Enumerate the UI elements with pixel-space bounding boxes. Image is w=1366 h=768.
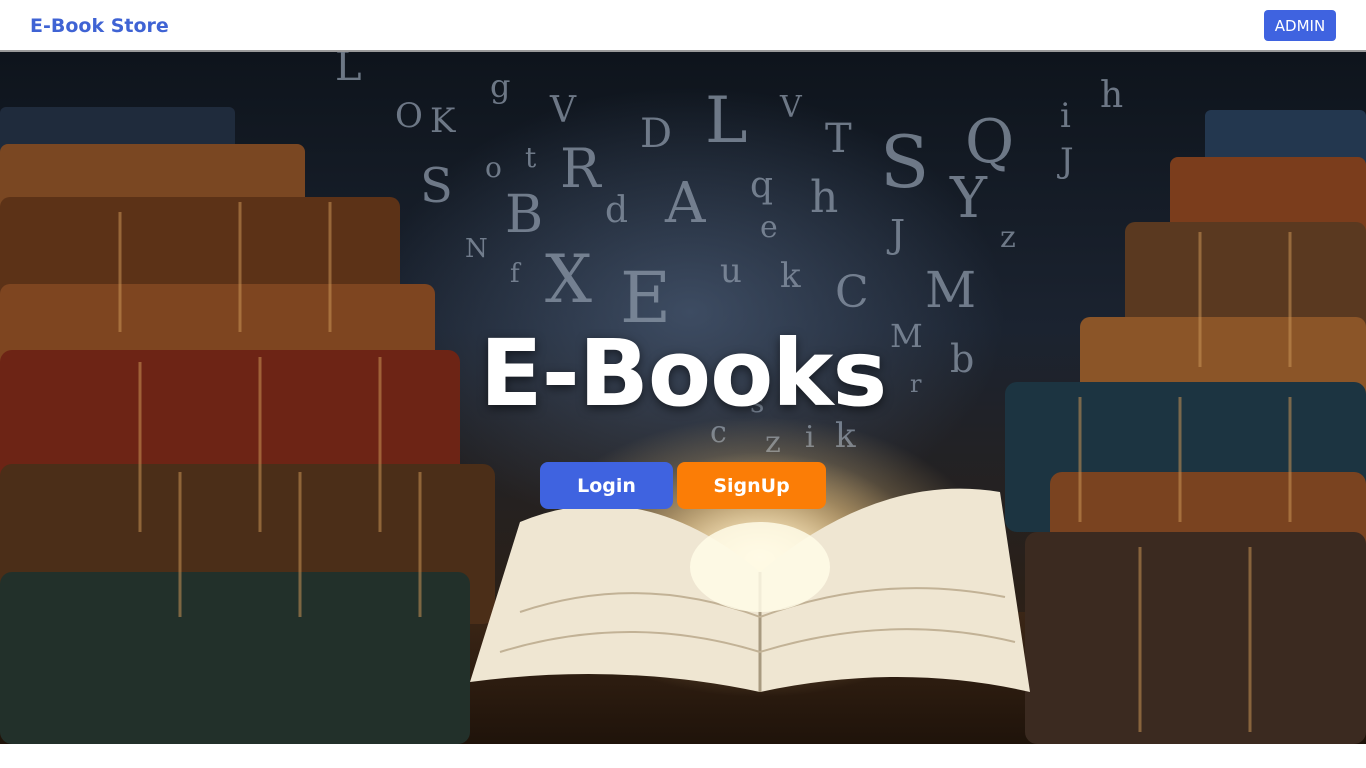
svg-text:o: o: [485, 151, 502, 184]
svg-text:q: q: [750, 165, 773, 206]
brand-link[interactable]: E-Book Store: [30, 15, 169, 37]
svg-text:D: D: [640, 111, 672, 157]
svg-text:O: O: [395, 96, 423, 136]
svg-text:V: V: [779, 90, 803, 125]
svg-text:Y: Y: [949, 166, 988, 231]
open-book: [470, 417, 1030, 697]
svg-text:L: L: [705, 84, 748, 158]
svg-text:t: t: [525, 141, 537, 174]
svg-text:f: f: [510, 259, 522, 289]
svg-text:M: M: [925, 261, 976, 319]
right-book-stack: [1005, 110, 1366, 744]
svg-text:A: A: [664, 171, 706, 236]
signup-button[interactable]: SignUp: [677, 462, 826, 509]
svg-text:T: T: [825, 116, 852, 162]
svg-text:u: u: [720, 251, 742, 291]
svg-text:V: V: [549, 90, 577, 131]
svg-text:X: X: [545, 241, 592, 318]
svg-text:N: N: [465, 234, 488, 264]
svg-text:h: h: [810, 172, 838, 223]
svg-text:z: z: [1000, 220, 1016, 255]
svg-text:k: k: [780, 256, 801, 296]
svg-text:i: i: [1060, 96, 1071, 136]
svg-text:L: L: [335, 52, 362, 90]
svg-text:S: S: [420, 158, 453, 214]
svg-text:d: d: [605, 190, 628, 231]
svg-text:S: S: [880, 120, 929, 204]
svg-text:C: C: [835, 267, 869, 318]
svg-text:J: J: [1057, 141, 1074, 181]
login-button[interactable]: Login: [540, 462, 673, 509]
svg-text:B: B: [505, 185, 543, 245]
svg-text:J: J: [886, 212, 905, 256]
svg-text:h: h: [1100, 75, 1123, 116]
navbar: E-Book Store ADMIN: [0, 0, 1366, 52]
hero-section: L O K g V D L V T S Q i h S o t R B d A …: [0, 52, 1366, 744]
svg-text:e: e: [760, 210, 778, 245]
svg-text:R: R: [560, 137, 602, 200]
hero-title: E-Books: [479, 320, 888, 427]
svg-text:g: g: [490, 67, 510, 105]
admin-button[interactable]: ADMIN: [1264, 10, 1336, 41]
svg-text:K: K: [430, 101, 456, 141]
